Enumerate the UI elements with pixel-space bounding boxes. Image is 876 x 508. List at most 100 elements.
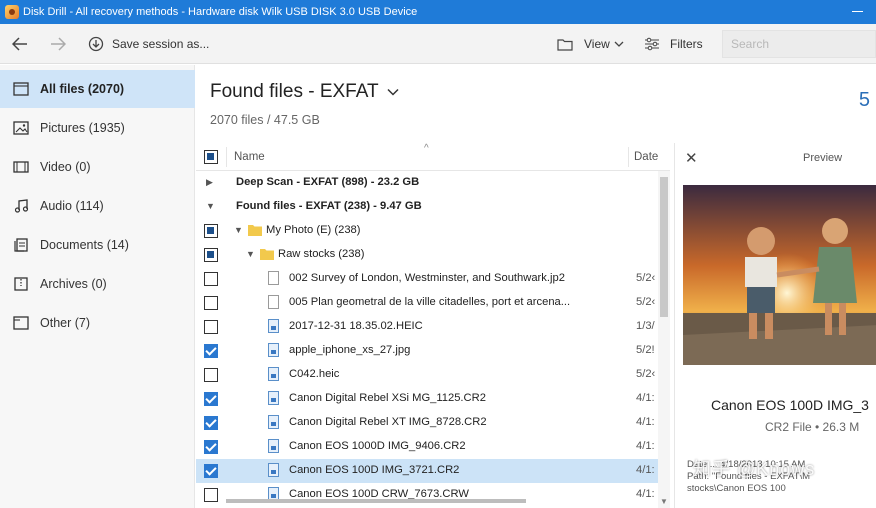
vertical-scrollbar[interactable]: ▼ bbox=[658, 171, 670, 508]
folder-row[interactable]: ▼ Raw stocks (238) bbox=[196, 243, 658, 267]
preview-title: Preview bbox=[803, 152, 843, 164]
window-title: Disk Drill - All recovery methods - Hard… bbox=[23, 6, 418, 18]
audio-icon bbox=[12, 198, 30, 214]
collapse-icon[interactable]: ▼ bbox=[234, 225, 243, 235]
folder-icon bbox=[557, 38, 573, 51]
pictures-icon bbox=[12, 120, 30, 136]
document-file-icon bbox=[268, 271, 279, 285]
row-checkbox[interactable] bbox=[204, 296, 218, 310]
chevron-down-icon bbox=[387, 88, 399, 96]
file-list: Name ^ Date ▶ Deep Scan - EXFAT (898) - 2… bbox=[196, 143, 670, 508]
file-row[interactable]: Canon Digital Rebel XT IMG_8728.CR2 4/1: bbox=[196, 411, 658, 435]
row-checkbox[interactable] bbox=[204, 320, 218, 334]
row-date: 4/1: bbox=[636, 488, 655, 500]
forward-button[interactable] bbox=[48, 30, 68, 58]
preview-image bbox=[683, 185, 876, 365]
image-file-icon bbox=[268, 343, 279, 357]
row-checkbox[interactable] bbox=[204, 488, 218, 502]
row-checkbox[interactable] bbox=[204, 392, 218, 406]
sidebar: All files (2070) Pictures (1935) Video (… bbox=[0, 65, 195, 508]
documents-icon bbox=[12, 237, 30, 253]
filters-sliders-icon bbox=[645, 37, 659, 51]
file-row[interactable]: apple_iphone_xs_27.jpg 5/2! bbox=[196, 339, 658, 363]
arrow-left-icon bbox=[12, 37, 27, 51]
save-download-icon bbox=[88, 36, 104, 52]
column-header-date[interactable]: Date bbox=[634, 151, 658, 163]
row-name: My Photo (E) (238) bbox=[266, 224, 361, 236]
file-row[interactable]: C042.heic 5/2‹ bbox=[196, 363, 658, 387]
folder-icon bbox=[248, 224, 262, 236]
row-date: 5/2‹ bbox=[636, 368, 656, 380]
sidebar-item-label: Documents (14) bbox=[40, 238, 129, 252]
preview-pane: ✕ Preview Canon EOS 100D IMG_3 CR2 File … bbox=[674, 143, 876, 508]
sort-ascending-icon: ^ bbox=[424, 143, 429, 154]
expand-icon[interactable]: ▶ bbox=[206, 177, 213, 188]
folder-button[interactable] bbox=[556, 30, 574, 58]
sidebar-item-label: Other (7) bbox=[40, 316, 91, 330]
sidebar-item-audio[interactable]: Audio (114) bbox=[0, 187, 195, 225]
main-panel: Found files - EXFAT 2070 files / 47.5 GB… bbox=[196, 65, 876, 508]
sidebar-item-label: All files (2070) bbox=[40, 82, 125, 96]
row-checkbox[interactable] bbox=[204, 464, 218, 478]
select-all-checkbox[interactable] bbox=[204, 150, 218, 164]
horizontal-scrollbar[interactable] bbox=[226, 499, 526, 503]
scan-selector[interactable]: Found files - EXFAT bbox=[210, 81, 399, 103]
file-row[interactable]: 005 Plan geometral de la ville citadelle… bbox=[196, 291, 658, 315]
row-date: 4/1: bbox=[636, 464, 655, 476]
row-date: 4/1: bbox=[636, 416, 655, 428]
collapse-icon[interactable]: ▼ bbox=[246, 249, 255, 259]
sidebar-item-pictures[interactable]: Pictures (1935) bbox=[0, 109, 195, 147]
sidebar-item-documents[interactable]: Documents (14) bbox=[0, 226, 195, 264]
sidebar-item-other[interactable]: Other (7) bbox=[0, 304, 195, 342]
sidebar-item-label: Video (0) bbox=[40, 160, 91, 174]
column-header-name[interactable]: Name bbox=[234, 151, 265, 163]
row-checkbox[interactable] bbox=[204, 248, 218, 262]
image-file-icon bbox=[268, 439, 279, 453]
view-dropdown[interactable]: View bbox=[584, 30, 624, 58]
row-checkbox[interactable] bbox=[204, 368, 218, 382]
filters-button[interactable]: Filters bbox=[644, 30, 703, 58]
row-name: Canon Digital Rebel XSi MG_1125.CR2 bbox=[289, 392, 486, 404]
collapse-icon[interactable]: ▼ bbox=[206, 201, 215, 211]
file-row[interactable]: Canon EOS 100D IMG_3721.CR2 4/1: bbox=[196, 459, 658, 483]
folder-row[interactable]: ▼ My Photo (E) (238) bbox=[196, 219, 658, 243]
file-row[interactable]: Canon EOS 1000D IMG_9406.CR2 4/1: bbox=[196, 435, 658, 459]
row-date: 1/3/ bbox=[636, 320, 655, 332]
row-checkbox[interactable] bbox=[204, 344, 218, 358]
row-date: 5/2‹ bbox=[636, 296, 656, 308]
archives-icon bbox=[12, 276, 30, 292]
file-row[interactable]: Canon Digital Rebel XSi MG_1125.CR2 4/1: bbox=[196, 387, 658, 411]
group-row[interactable]: ▼ Found files - EXFAT (238) - 9.47 GB bbox=[196, 195, 658, 219]
row-checkbox[interactable] bbox=[204, 224, 218, 238]
minimize-button[interactable] bbox=[852, 4, 864, 16]
save-session-button[interactable]: Save session as... bbox=[88, 30, 209, 58]
column-divider bbox=[226, 147, 227, 167]
row-name: Raw stocks (238) bbox=[278, 248, 365, 260]
row-date: 5/2! bbox=[636, 344, 655, 356]
row-date: 4/1: bbox=[636, 392, 655, 404]
row-checkbox[interactable] bbox=[204, 272, 218, 286]
row-checkbox[interactable] bbox=[204, 440, 218, 454]
file-row[interactable]: 002 Survey of London, Westminster, and S… bbox=[196, 267, 658, 291]
files-summary: 2070 files / 47.5 GB bbox=[210, 113, 320, 127]
sidebar-item-all-files[interactable]: All files (2070) bbox=[0, 70, 195, 108]
search-input[interactable]: Search bbox=[722, 30, 876, 58]
sidebar-item-label: Pictures (1935) bbox=[40, 121, 125, 135]
close-icon[interactable]: ✕ bbox=[685, 149, 698, 167]
recover-count: 5 bbox=[858, 89, 870, 111]
row-checkbox[interactable] bbox=[204, 416, 218, 430]
file-row[interactable]: Canon EOS 100D CRW_7673.CRW 4/1: bbox=[196, 483, 658, 507]
sidebar-item-video[interactable]: Video (0) bbox=[0, 148, 195, 186]
preview-path-line: stocks\Canon EOS 100 bbox=[687, 483, 786, 494]
file-row[interactable]: 2017-12-31 18.35.02.HEIC 1/3/ bbox=[196, 315, 658, 339]
scroll-down-icon[interactable]: ▼ bbox=[660, 497, 668, 506]
scrollbar-thumb[interactable] bbox=[660, 177, 668, 317]
sidebar-item-archives[interactable]: Archives (0) bbox=[0, 265, 195, 303]
image-file-icon bbox=[268, 463, 279, 477]
sidebar-item-label: Archives (0) bbox=[40, 277, 107, 291]
row-date: 5/2‹ bbox=[636, 272, 656, 284]
group-row[interactable]: ▶ Deep Scan - EXFAT (898) - 23.2 GB bbox=[196, 171, 658, 195]
back-button[interactable] bbox=[10, 30, 30, 58]
column-divider bbox=[628, 147, 629, 167]
row-name: C042.heic bbox=[289, 368, 340, 380]
